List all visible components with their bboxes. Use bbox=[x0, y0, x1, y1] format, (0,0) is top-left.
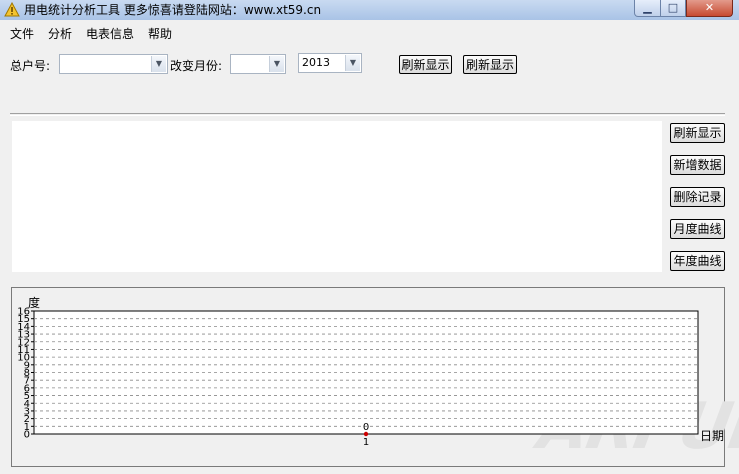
main-window: 用电统计分析工具 更多惊喜请登陆网站：www.xt59.cn ▁ □ ✕ 文件 … bbox=[0, 0, 739, 474]
x-tick-label: 1 bbox=[363, 437, 369, 448]
y-axis-label: 度 bbox=[28, 295, 40, 310]
data-label: 0 bbox=[363, 422, 369, 433]
x-axis-label: 日期 bbox=[700, 429, 724, 443]
usage-chart: 01234567891011121314151601度日期 bbox=[17, 295, 724, 448]
